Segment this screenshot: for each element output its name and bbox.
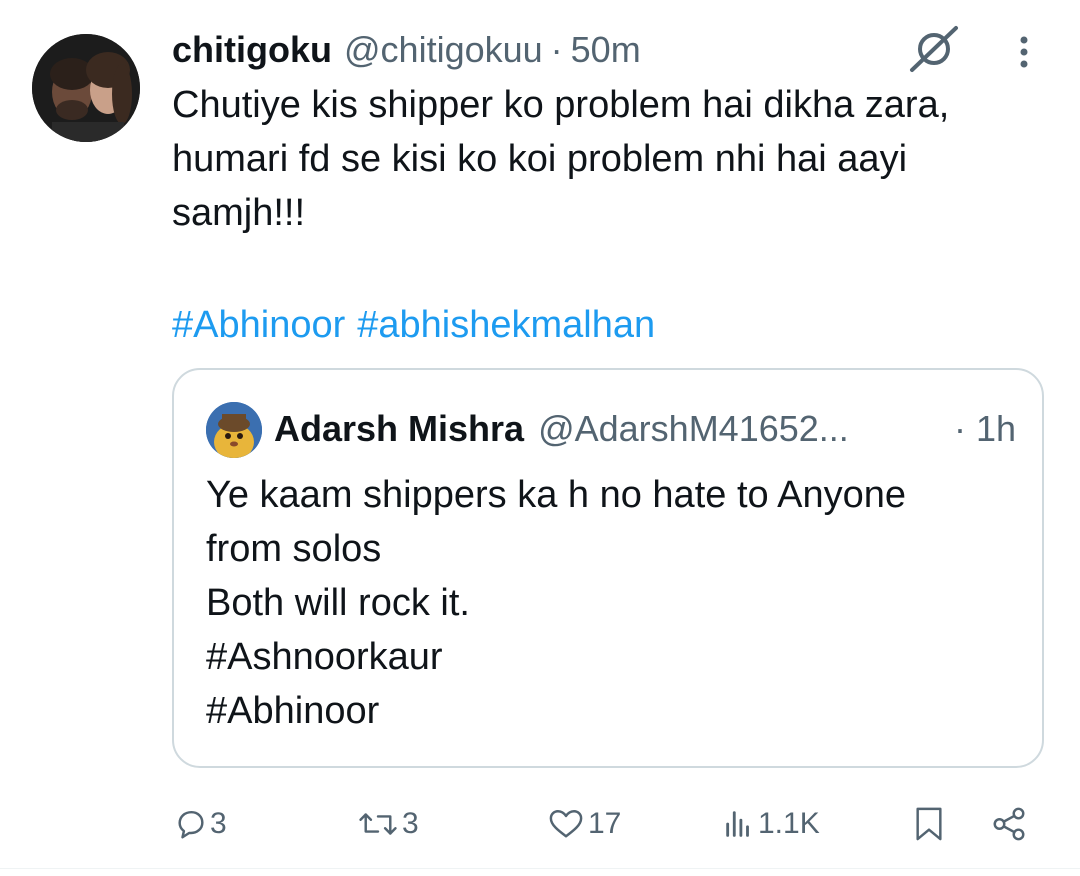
author-handle[interactable]: @chitigokuu [344,29,543,71]
tweet-hashtags: #Abhinoor #abhishekmalhan [172,298,667,352]
grok-icon[interactable] [906,24,962,74]
quoted-author-handle[interactable]: @AdarshM41652... [538,408,849,450]
quoted-tweet[interactable]: Adarsh Mishra @AdarshM41652... · 1h Ye k… [172,368,1044,768]
author-avatar[interactable] [32,34,140,142]
tweet-action-bar: 3 3 17 1.1K [0,796,1080,852]
share-icon [990,805,1028,843]
author-display-name[interactable]: chitigoku [172,29,332,71]
quoted-author-display-name[interactable]: Adarsh Mishra [274,408,524,450]
tweet-text: Chutiye kis shipper ko problem hai dikha… [172,78,1052,240]
header-separator: · [550,29,563,70]
quoted-tweet-header: Adarsh Mishra @AdarshM41652... [274,404,849,454]
share-button[interactable] [990,796,1028,852]
tweet-header: chitigoku @chitigokuu · 50m [172,26,641,74]
quoted-tweet-text: Ye kaam shippers ka h no hate to Anyone … [206,468,1016,738]
quoted-text-line: #Abhinoor [206,690,380,732]
quoted-text-line: Ye kaam shippers ka h no hate to Anyone [206,474,906,516]
quoted-text-line: #Ashnoorkaur [206,636,443,678]
bookmark-button[interactable] [912,796,946,852]
reply-icon [174,807,208,841]
quoted-text-line: Both will rock it. [206,582,470,624]
repost-count: 3 [402,807,419,840]
quoted-tweet-timestamp[interactable]: · 1h [954,404,1016,454]
more-vertical-icon[interactable] [1008,32,1040,72]
quoted-text-line: from solos [206,528,382,570]
views-count: 1.1K [758,807,820,840]
views-button[interactable]: 1.1K [722,796,820,852]
repost-icon [356,807,400,841]
heart-icon [546,807,586,841]
hashtag-link[interactable]: #abhishekmalhan [357,304,655,346]
bookmark-icon [912,805,946,843]
reply-count: 3 [210,807,227,840]
tweet-timestamp[interactable]: 50m [571,29,641,71]
tweet-text-line: Chutiye kis shipper ko problem hai dikha… [172,84,950,126]
like-count: 17 [588,807,622,840]
views-icon [722,807,756,841]
quoted-author-avatar[interactable] [206,402,262,458]
reply-button[interactable]: 3 [174,796,227,852]
tweet-text-line: humari fd se kisi ko koi problem nhi hai… [172,138,908,180]
tweet-card[interactable]: chitigoku @chitigokuu · 50m Chutiye kis … [0,0,1080,876]
hashtag-link[interactable]: #Abhinoor [172,304,345,346]
repost-button[interactable]: 3 [356,796,419,852]
divider [0,868,1080,869]
like-button[interactable]: 17 [546,796,621,852]
tweet-text-line: samjh!!! [172,192,306,234]
